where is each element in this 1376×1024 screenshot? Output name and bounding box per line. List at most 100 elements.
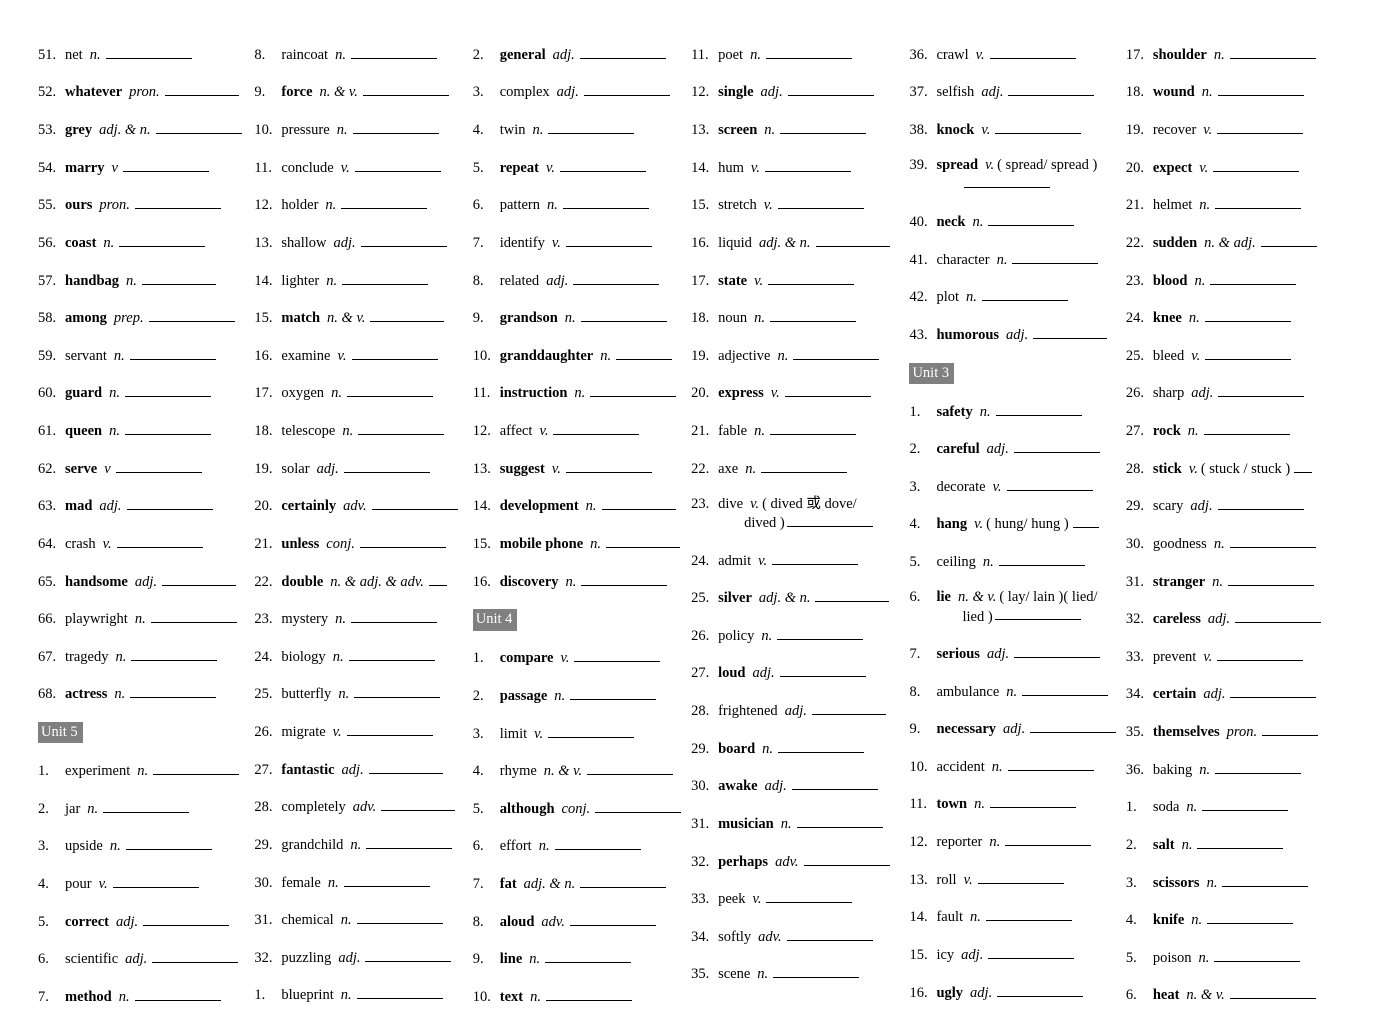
answer-blank[interactable] (1012, 249, 1099, 264)
answer-blank[interactable] (981, 286, 1068, 302)
answer-blank[interactable] (548, 119, 635, 135)
answer-blank[interactable] (152, 949, 239, 964)
answer-blank[interactable] (569, 911, 656, 926)
answer-blank[interactable] (777, 195, 864, 210)
answer-blank[interactable] (787, 82, 874, 97)
answer-blank[interactable] (1235, 608, 1322, 624)
answer-blank[interactable] (1022, 681, 1109, 696)
answer-blank[interactable] (122, 157, 209, 172)
answer-blank[interactable] (1197, 834, 1284, 849)
answer-blank[interactable] (131, 646, 218, 661)
answer-blank[interactable] (765, 44, 852, 59)
answer-blank[interactable] (1013, 438, 1100, 454)
answer-blank[interactable] (769, 420, 856, 436)
answer-blank[interactable] (580, 307, 667, 323)
answer-blank[interactable] (1228, 571, 1315, 586)
answer-blank[interactable] (351, 345, 438, 360)
answer-blank[interactable] (350, 44, 437, 59)
answer-blank[interactable] (565, 458, 652, 473)
answer-blank[interactable] (1222, 872, 1309, 887)
answer-blank[interactable] (778, 738, 865, 753)
answer-blank[interactable] (130, 684, 217, 699)
answer-blank[interactable] (988, 211, 1075, 226)
answer-blank[interactable] (994, 606, 1081, 621)
answer-blank[interactable] (341, 195, 428, 210)
answer-blank[interactable] (342, 270, 429, 285)
answer-blank[interactable] (346, 383, 433, 398)
answer-blank[interactable] (811, 700, 886, 716)
answer-blank[interactable] (570, 685, 657, 700)
answer-blank[interactable] (985, 907, 1072, 922)
answer-blank[interactable] (573, 270, 660, 285)
answer-blank[interactable] (1205, 345, 1292, 360)
answer-blank[interactable] (997, 982, 1084, 997)
answer-blank[interactable] (105, 44, 192, 59)
answer-blank[interactable] (141, 270, 216, 285)
answer-blank[interactable] (559, 157, 646, 172)
answer-blank[interactable] (1215, 195, 1302, 210)
answer-blank[interactable] (995, 119, 1082, 135)
answer-blank[interactable] (1007, 756, 1094, 771)
answer-blank[interactable] (1229, 533, 1316, 548)
answer-blank[interactable] (1072, 514, 1099, 529)
answer-blank[interactable] (125, 836, 212, 851)
answer-blank[interactable] (116, 533, 203, 548)
answer-blank[interactable] (1217, 496, 1304, 511)
answer-blank[interactable] (150, 608, 237, 624)
answer-blank[interactable] (1229, 44, 1316, 59)
answer-blank[interactable] (368, 759, 443, 774)
answer-blank[interactable] (1210, 270, 1297, 285)
answer-blank[interactable] (362, 82, 449, 97)
answer-blank[interactable] (1217, 82, 1304, 97)
answer-blank[interactable] (587, 760, 674, 776)
answer-blank[interactable] (777, 625, 864, 640)
answer-blank[interactable] (143, 911, 230, 926)
answer-blank[interactable] (761, 458, 848, 473)
answer-blank[interactable] (590, 383, 677, 398)
answer-blank[interactable] (796, 813, 883, 828)
answer-blank[interactable] (583, 82, 670, 97)
answer-blank[interactable] (360, 232, 447, 247)
answer-blank[interactable] (780, 119, 867, 135)
answer-blank[interactable] (164, 82, 239, 97)
answer-blank[interactable] (348, 646, 435, 661)
answer-blank[interactable] (1213, 157, 1300, 172)
answer-blank[interactable] (365, 947, 452, 962)
answer-blank[interactable] (595, 798, 682, 813)
answer-blank[interactable] (764, 157, 851, 172)
answer-blank[interactable] (1030, 718, 1117, 734)
answer-blank[interactable] (793, 345, 880, 360)
answer-blank[interactable] (998, 551, 1085, 567)
answer-blank[interactable] (581, 571, 668, 586)
answer-blank[interactable] (1260, 232, 1317, 247)
answer-blank[interactable] (1006, 476, 1093, 491)
answer-blank[interactable] (370, 307, 445, 323)
answer-blank[interactable] (779, 663, 866, 678)
answer-blank[interactable] (358, 420, 445, 436)
answer-blank[interactable] (815, 587, 890, 603)
answer-blank[interactable] (562, 195, 649, 210)
answer-blank[interactable] (989, 794, 1076, 809)
answer-blank[interactable] (354, 157, 441, 172)
answer-blank[interactable] (162, 571, 237, 586)
answer-blank[interactable] (346, 721, 433, 737)
answer-blank[interactable] (356, 985, 443, 1000)
answer-blank[interactable] (1229, 985, 1316, 1000)
answer-blank[interactable] (1204, 307, 1291, 323)
answer-blank[interactable] (153, 760, 240, 776)
answer-blank[interactable] (803, 851, 890, 866)
answer-blank[interactable] (350, 608, 437, 624)
answer-blank[interactable] (119, 232, 206, 247)
answer-blank[interactable] (964, 174, 1051, 189)
answer-blank[interactable] (1005, 831, 1092, 847)
answer-blank[interactable] (1033, 324, 1108, 339)
answer-blank[interactable] (554, 836, 641, 851)
answer-blank[interactable] (1294, 458, 1313, 473)
answer-blank[interactable] (565, 232, 652, 247)
answer-blank[interactable] (988, 944, 1075, 959)
answer-blank[interactable] (548, 723, 635, 738)
answer-blank[interactable] (1214, 947, 1301, 962)
answer-blank[interactable] (786, 926, 873, 941)
answer-blank[interactable] (995, 401, 1082, 416)
answer-blank[interactable] (1207, 909, 1294, 925)
